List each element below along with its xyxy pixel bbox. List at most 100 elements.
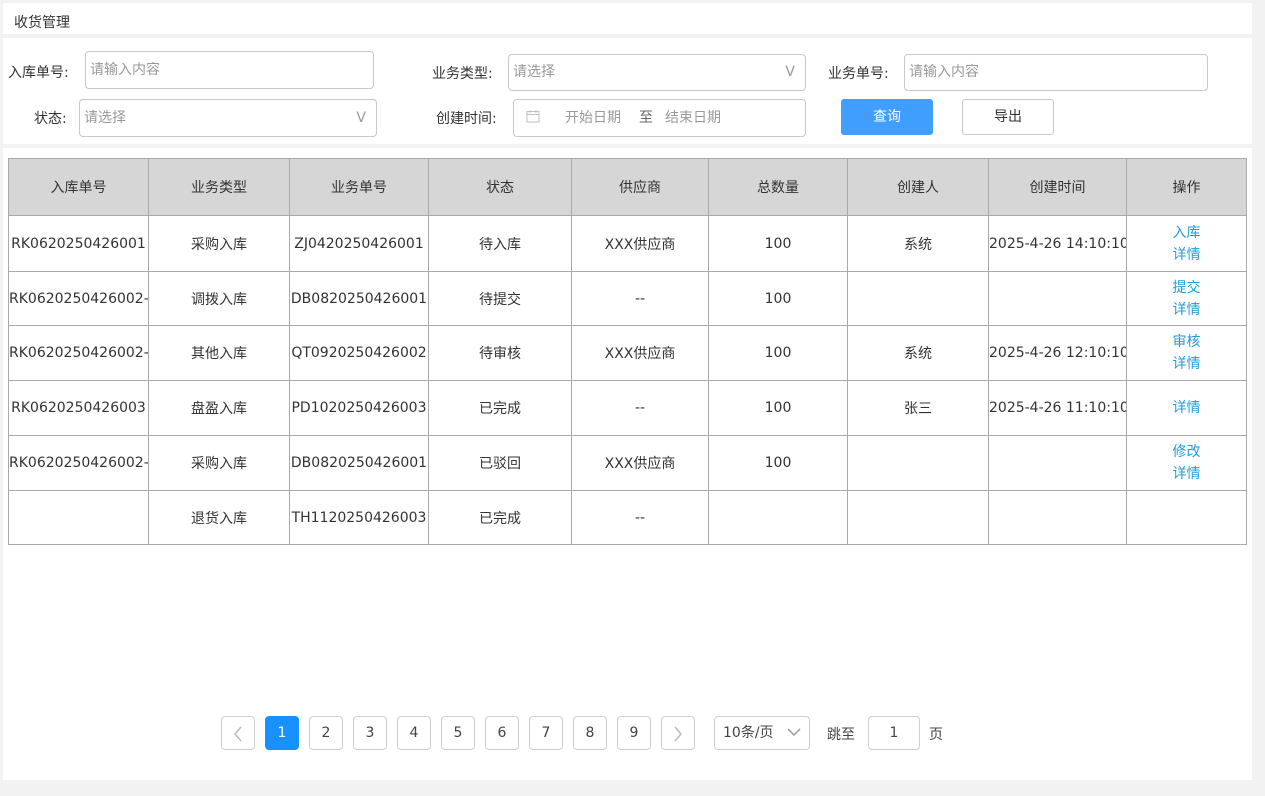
cell-created-time: 2025-4-26 11:10:10 — [988, 380, 1127, 436]
cell-biz-no: DB0820250426001 — [289, 271, 429, 326]
col-header-biz-type: 业务类型 — [148, 158, 290, 216]
table-row: RK0620250426001 采购入库 ZJ0420250426001 待入库… — [8, 215, 1247, 272]
col-header-qty: 总数量 — [708, 158, 848, 216]
chevron-down-icon: V — [356, 110, 366, 126]
detail-link[interactable]: 详情 — [1128, 353, 1246, 375]
cell-biz-type: 采购入库 — [148, 215, 290, 272]
page-button-6[interactable]: 6 — [485, 716, 519, 750]
biz-type-label: 业务类型: — [432, 66, 493, 82]
query-button[interactable]: 查询 — [841, 99, 933, 135]
biz-no-input[interactable]: 请输入内容 — [904, 54, 1208, 91]
cell-actions: 修改 详情 — [1126, 435, 1247, 491]
page-button-1[interactable]: 1 — [265, 716, 299, 750]
date-range-separator: 至 — [639, 110, 653, 126]
col-header-status: 状态 — [428, 158, 572, 216]
page-button-7[interactable]: 7 — [529, 716, 563, 750]
cell-inbound-no: RK0620250426003 — [8, 380, 149, 436]
page-button-9[interactable]: 9 — [617, 716, 651, 750]
cell-qty — [708, 490, 848, 545]
calendar-icon — [526, 110, 540, 123]
col-header-created-time: 创建时间 — [988, 158, 1127, 216]
edit-link[interactable]: 修改 — [1128, 441, 1246, 463]
cell-qty: 100 — [708, 380, 848, 436]
cell-supplier: -- — [571, 271, 709, 326]
cell-supplier: XXX供应商 — [571, 215, 709, 272]
page-size-value: 10条/页 — [723, 725, 774, 741]
cell-creator — [847, 435, 989, 491]
start-date-placeholder: 开始日期 — [565, 110, 621, 126]
page-button-5[interactable]: 5 — [441, 716, 475, 750]
table-row: RK0620250426002-2 其他入库 QT0920250426002 待… — [8, 325, 1247, 381]
cell-status: 待提交 — [428, 271, 572, 326]
biz-type-placeholder: 请选择 — [513, 64, 555, 80]
col-header-supplier: 供应商 — [571, 158, 709, 216]
detail-link[interactable]: 详情 — [1128, 397, 1246, 419]
inbound-no-label: 入库单号: — [8, 65, 69, 81]
table-row: RK0620250426003 盘盈入库 PD1020250426003 已完成… — [8, 380, 1247, 436]
table-header-row: 入库单号 业务类型 业务单号 状态 供应商 总数量 创建人 创建时间 操作 — [8, 158, 1247, 216]
cell-biz-type: 其他入库 — [148, 325, 290, 381]
col-header-biz-no: 业务单号 — [289, 158, 429, 216]
page-button-8[interactable]: 8 — [573, 716, 607, 750]
inbound-table: 入库单号 业务类型 业务单号 状态 供应商 总数量 创建人 创建时间 操作 RK… — [8, 158, 1247, 545]
chevron-down-icon: V — [785, 64, 795, 80]
page-button-3[interactable]: 3 — [353, 716, 387, 750]
cell-actions: 审核 详情 — [1126, 325, 1247, 381]
inbound-no-input[interactable]: 请输入内容 — [85, 51, 374, 89]
cell-status: 已完成 — [428, 380, 572, 436]
cell-inbound-no: RK0620250426002-2 — [8, 325, 149, 381]
page-button-2[interactable]: 2 — [309, 716, 343, 750]
jump-page-input[interactable]: 1 — [868, 716, 920, 750]
cell-creator: 系统 — [847, 215, 989, 272]
cell-biz-no: ZJ0420250426001 — [289, 215, 429, 272]
pagination: 1 2 3 4 5 6 7 8 9 10条/页 跳至 1 页 — [0, 716, 1265, 752]
page-unit-label: 页 — [929, 727, 943, 743]
cell-qty: 100 — [708, 435, 848, 491]
detail-link[interactable]: 详情 — [1128, 244, 1246, 266]
next-page-button[interactable] — [661, 716, 695, 750]
cell-inbound-no: RK0620250426002-1 — [8, 435, 149, 491]
date-range-picker[interactable]: 开始日期 至 结束日期 — [513, 99, 806, 137]
chevron-right-icon — [674, 726, 682, 742]
cell-created-time — [988, 435, 1127, 491]
review-link[interactable]: 审核 — [1128, 331, 1246, 353]
cell-creator: 系统 — [847, 325, 989, 381]
col-header-creator: 创建人 — [847, 158, 989, 216]
cell-qty: 100 — [708, 215, 848, 272]
page-size-select[interactable]: 10条/页 — [714, 716, 810, 750]
export-button[interactable]: 导出 — [962, 99, 1054, 135]
cell-biz-no: DB0820250426001 — [289, 435, 429, 491]
detail-link[interactable]: 详情 — [1128, 463, 1246, 485]
page-title: 收货管理 — [14, 15, 70, 31]
cell-actions: 提交 详情 — [1126, 271, 1247, 326]
cell-qty: 100 — [708, 271, 848, 326]
biz-type-select[interactable]: 请选择 V — [508, 54, 806, 91]
cell-creator — [847, 271, 989, 326]
col-header-inbound-no: 入库单号 — [8, 158, 149, 216]
cell-created-time: 2025-4-26 14:10:10 — [988, 215, 1127, 272]
end-date-placeholder: 结束日期 — [665, 110, 721, 126]
created-time-label: 创建时间: — [436, 111, 497, 127]
cell-status: 已驳回 — [428, 435, 572, 491]
cell-inbound-no: RK0620250426001 — [8, 215, 149, 272]
cell-actions — [1126, 490, 1247, 545]
cell-status: 已完成 — [428, 490, 572, 545]
cell-inbound-no: RK0620250426002-1 — [8, 271, 149, 326]
page-button-4[interactable]: 4 — [397, 716, 431, 750]
submit-link[interactable]: 提交 — [1128, 277, 1246, 299]
cell-biz-type: 盘盈入库 — [148, 380, 290, 436]
cell-supplier: XXX供应商 — [571, 325, 709, 381]
cell-biz-type: 退货入库 — [148, 490, 290, 545]
prev-page-button[interactable] — [221, 716, 255, 750]
table-row: 退货入库 TH1120250426003 已完成 -- — [8, 490, 1247, 545]
detail-link[interactable]: 详情 — [1128, 299, 1246, 321]
status-select[interactable]: 请选择 V — [79, 99, 377, 137]
inbound-link[interactable]: 入库 — [1128, 222, 1246, 244]
cell-biz-type: 调拨入库 — [148, 271, 290, 326]
biz-no-label: 业务单号: — [828, 66, 889, 82]
jump-label: 跳至 — [827, 727, 855, 743]
cell-status: 待审核 — [428, 325, 572, 381]
cell-created-time: 2025-4-26 12:10:10 — [988, 325, 1127, 381]
cell-created-time — [988, 271, 1127, 326]
cell-biz-type: 采购入库 — [148, 435, 290, 491]
